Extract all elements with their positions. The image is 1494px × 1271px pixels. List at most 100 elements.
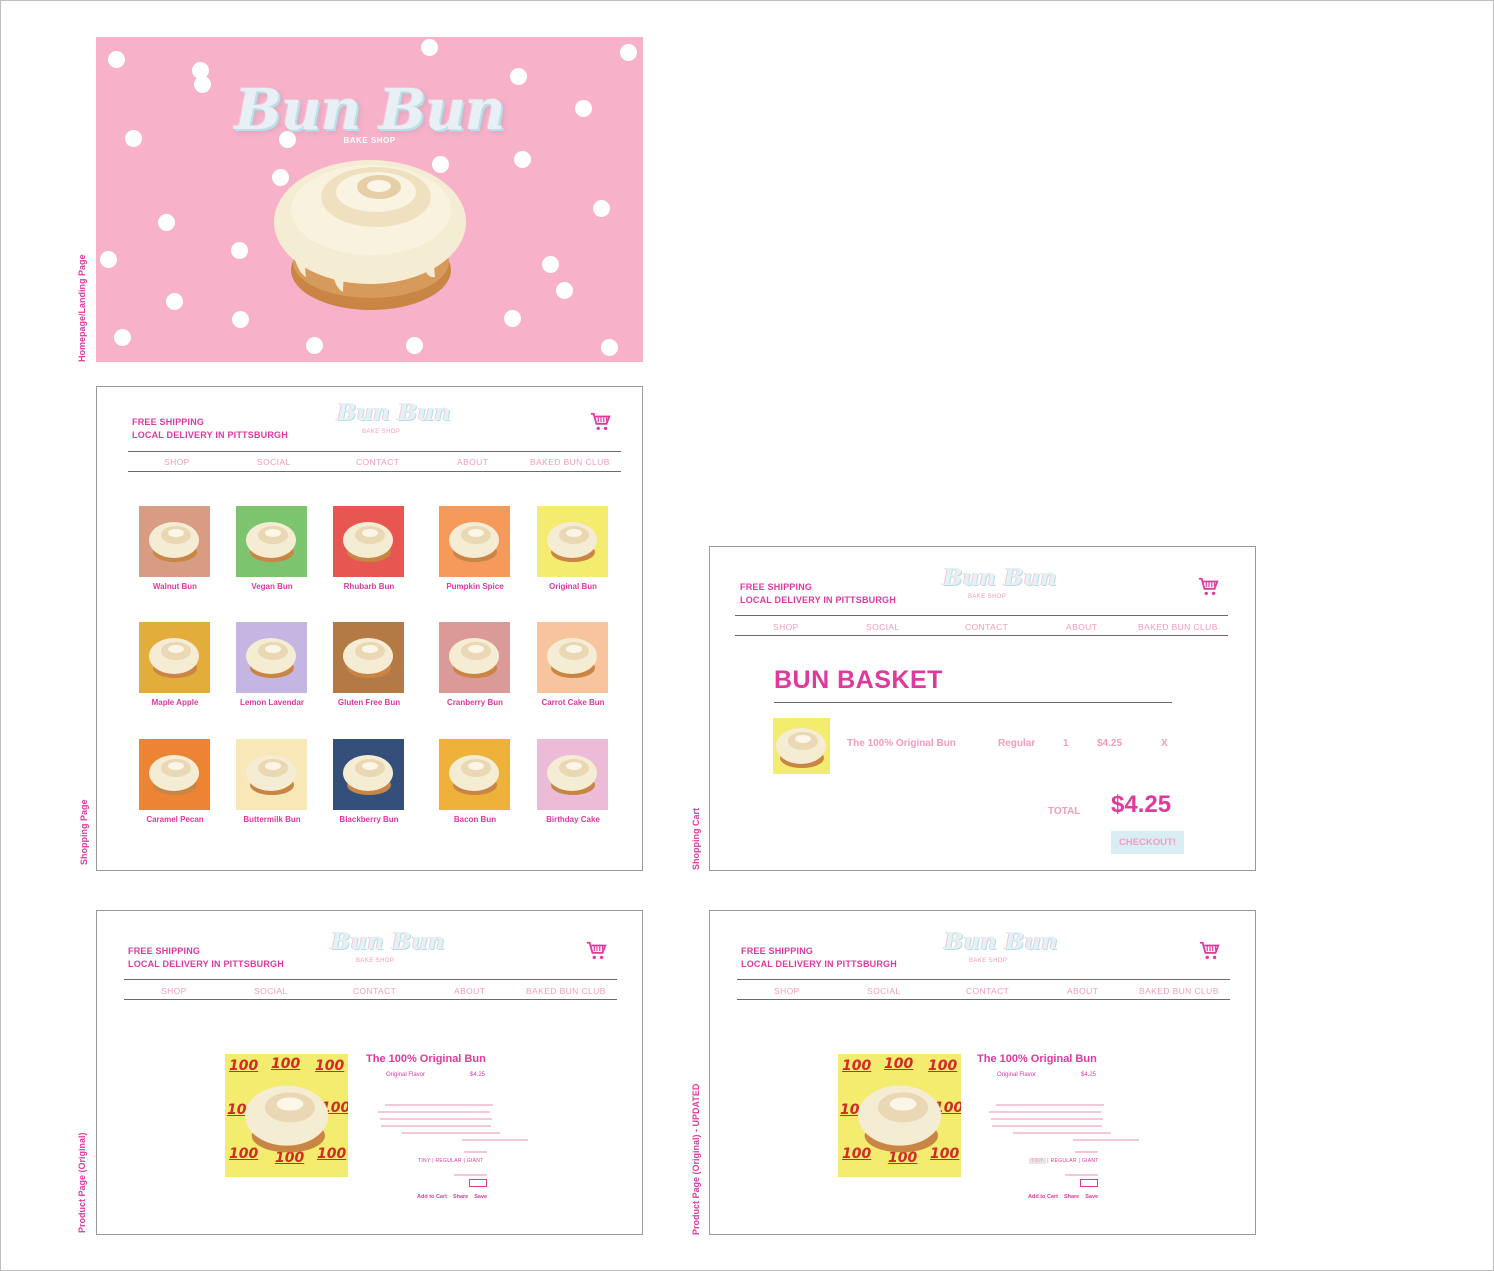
cinnamon-bun-hero-image xyxy=(274,160,466,310)
nav-baked-bun-club[interactable]: BAKED BUN CLUB xyxy=(526,986,606,996)
nav-about[interactable]: ABOUT xyxy=(457,457,488,467)
product-tile[interactable] xyxy=(333,506,404,577)
nav-shop[interactable]: SHOP xyxy=(773,622,799,632)
header-logo[interactable]: Bun Bun xyxy=(943,564,1057,591)
size-option-giant[interactable]: GIANT xyxy=(1082,1158,1099,1164)
product-tile[interactable] xyxy=(439,622,510,693)
cart-item-qty[interactable]: 1 xyxy=(1063,738,1069,749)
nav-shop[interactable]: SHOP xyxy=(161,986,187,996)
promo-free-shipping: FREE SHIPPING xyxy=(740,582,813,592)
size-option-tiny[interactable]: TINY xyxy=(1029,1158,1046,1164)
nav-baked-bun-club[interactable]: BAKED BUN CLUB xyxy=(1138,622,1218,632)
product-tile[interactable] xyxy=(439,739,510,810)
product-tile[interactable] xyxy=(537,739,608,810)
cart-icon[interactable] xyxy=(1198,576,1220,598)
add-to-cart-link[interactable]: Add to Cart xyxy=(417,1194,447,1200)
nav-top-line xyxy=(735,615,1228,616)
size-option-regular[interactable]: REGULAR xyxy=(1051,1158,1077,1164)
product-name[interactable]: Bacon Bun xyxy=(425,815,525,824)
product-tile[interactable] xyxy=(139,622,210,693)
product-tile[interactable] xyxy=(333,739,404,810)
nav-social[interactable]: SOCIAL xyxy=(254,986,288,996)
product-tile[interactable] xyxy=(139,739,210,810)
product-description-line xyxy=(402,1132,500,1134)
nav-top-line xyxy=(124,979,617,980)
checkout-button[interactable]: CHECKOUT! xyxy=(1111,831,1184,854)
nav-contact[interactable]: CONTACT xyxy=(966,986,1009,996)
product-name[interactable]: Buttermilk Bun xyxy=(222,815,322,824)
cart-icon[interactable] xyxy=(590,411,612,433)
product-name[interactable]: Maple Apple xyxy=(125,698,225,707)
header-logo[interactable]: Bun Bun xyxy=(944,928,1058,955)
save-link[interactable]: Save xyxy=(1085,1194,1098,1200)
polka-dot xyxy=(556,282,573,299)
remove-item-button[interactable]: X xyxy=(1161,738,1168,749)
nav-contact[interactable]: CONTACT xyxy=(353,986,396,996)
product-tile[interactable] xyxy=(236,506,307,577)
save-link[interactable]: Save xyxy=(474,1194,487,1200)
nav-baked-bun-club[interactable]: BAKED BUN CLUB xyxy=(530,457,610,467)
polka-dot xyxy=(620,44,637,61)
product-name[interactable]: Rhubarb Bun xyxy=(319,582,419,591)
product-tile[interactable] xyxy=(537,506,608,577)
product-tile[interactable] xyxy=(236,622,307,693)
cart-icon[interactable] xyxy=(1199,940,1221,962)
product-name[interactable]: Vegan Bun xyxy=(222,582,322,591)
size-option-tiny[interactable]: TINY xyxy=(418,1158,431,1164)
product-name[interactable]: Blackberry Bun xyxy=(319,815,419,824)
bun-basket-title: BUN BASKET xyxy=(774,666,943,694)
product-price: $4.25 xyxy=(470,1072,486,1078)
frame-label-shopping: Shopping Page xyxy=(79,799,89,865)
nav-shop[interactable]: SHOP xyxy=(164,457,190,467)
nav-social[interactable]: SOCIAL xyxy=(866,622,900,632)
shopping-frame: Walnut Bun Vegan Bun Rhubarb Bun Pumpkin Sp… xyxy=(96,386,643,871)
size-option-regular[interactable]: REGULAR xyxy=(435,1158,461,1164)
header-logo[interactable]: Bun Bun xyxy=(331,928,445,955)
product-tile[interactable] xyxy=(139,506,210,577)
product-name[interactable]: Pumpkin Spice xyxy=(425,582,525,591)
cart-icon[interactable] xyxy=(586,940,608,962)
product-title: The 100% Original Bun xyxy=(366,1053,486,1065)
header-logo-sub: BAKE SHOP xyxy=(356,958,395,964)
quantity-input[interactable] xyxy=(469,1179,487,1187)
nav-about[interactable]: ABOUT xyxy=(454,986,485,996)
hundred-emoji: 100 xyxy=(842,1058,872,1074)
product-tile[interactable] xyxy=(333,622,404,693)
size-selector[interactable]: TINY | REGULAR | GIANT xyxy=(418,1158,484,1164)
cart-item-size: Regular xyxy=(998,738,1036,749)
size-selector[interactable]: TINY | REGULAR | GIANT xyxy=(1029,1158,1099,1164)
nav-bottom-line xyxy=(737,999,1230,1000)
product-name[interactable]: Carrot Cake Bun xyxy=(523,698,623,707)
nav-contact[interactable]: CONTACT xyxy=(965,622,1008,632)
product-name[interactable]: Lemon Lavendar xyxy=(222,698,322,707)
share-link[interactable]: Share xyxy=(1064,1194,1079,1200)
product-tile[interactable] xyxy=(439,506,510,577)
polka-dot xyxy=(514,151,531,168)
quantity-input[interactable] xyxy=(1080,1179,1098,1187)
product-name[interactable]: Birthday Cake xyxy=(523,815,623,824)
product-name[interactable]: Cranberry Bun xyxy=(425,698,525,707)
product-name[interactable]: Caramel Pecan xyxy=(125,815,225,824)
add-to-cart-link[interactable]: Add to Cart xyxy=(1028,1194,1058,1200)
nav-social[interactable]: SOCIAL xyxy=(867,986,901,996)
nav-contact[interactable]: CONTACT xyxy=(356,457,399,467)
cinnamon-bun-image xyxy=(245,1079,330,1159)
nav-baked-bun-club[interactable]: BAKED BUN CLUB xyxy=(1139,986,1219,996)
size-option-giant[interactable]: GIANT xyxy=(467,1158,484,1164)
nav-social[interactable]: SOCIAL xyxy=(257,457,291,467)
share-link[interactable]: Share xyxy=(453,1194,468,1200)
nav-shop[interactable]: SHOP xyxy=(774,986,800,996)
product-name[interactable]: Gluten Free Bun xyxy=(319,698,419,707)
product-name[interactable]: Walnut Bun xyxy=(125,582,225,591)
nav-about[interactable]: ABOUT xyxy=(1066,622,1097,632)
polka-dot xyxy=(108,51,125,68)
nav-about[interactable]: ABOUT xyxy=(1067,986,1098,996)
cinnamon-bun-image xyxy=(547,518,598,563)
product-name[interactable]: Original Bun xyxy=(523,582,623,591)
header-logo-sub: BAKE SHOP xyxy=(969,958,1008,964)
product-tile[interactable] xyxy=(236,739,307,810)
header-logo[interactable]: Bun Bun xyxy=(337,399,451,426)
product-tile[interactable] xyxy=(537,622,608,693)
polka-dot xyxy=(306,337,323,354)
cart-item-name[interactable]: The 100% Original Bun xyxy=(847,738,956,749)
